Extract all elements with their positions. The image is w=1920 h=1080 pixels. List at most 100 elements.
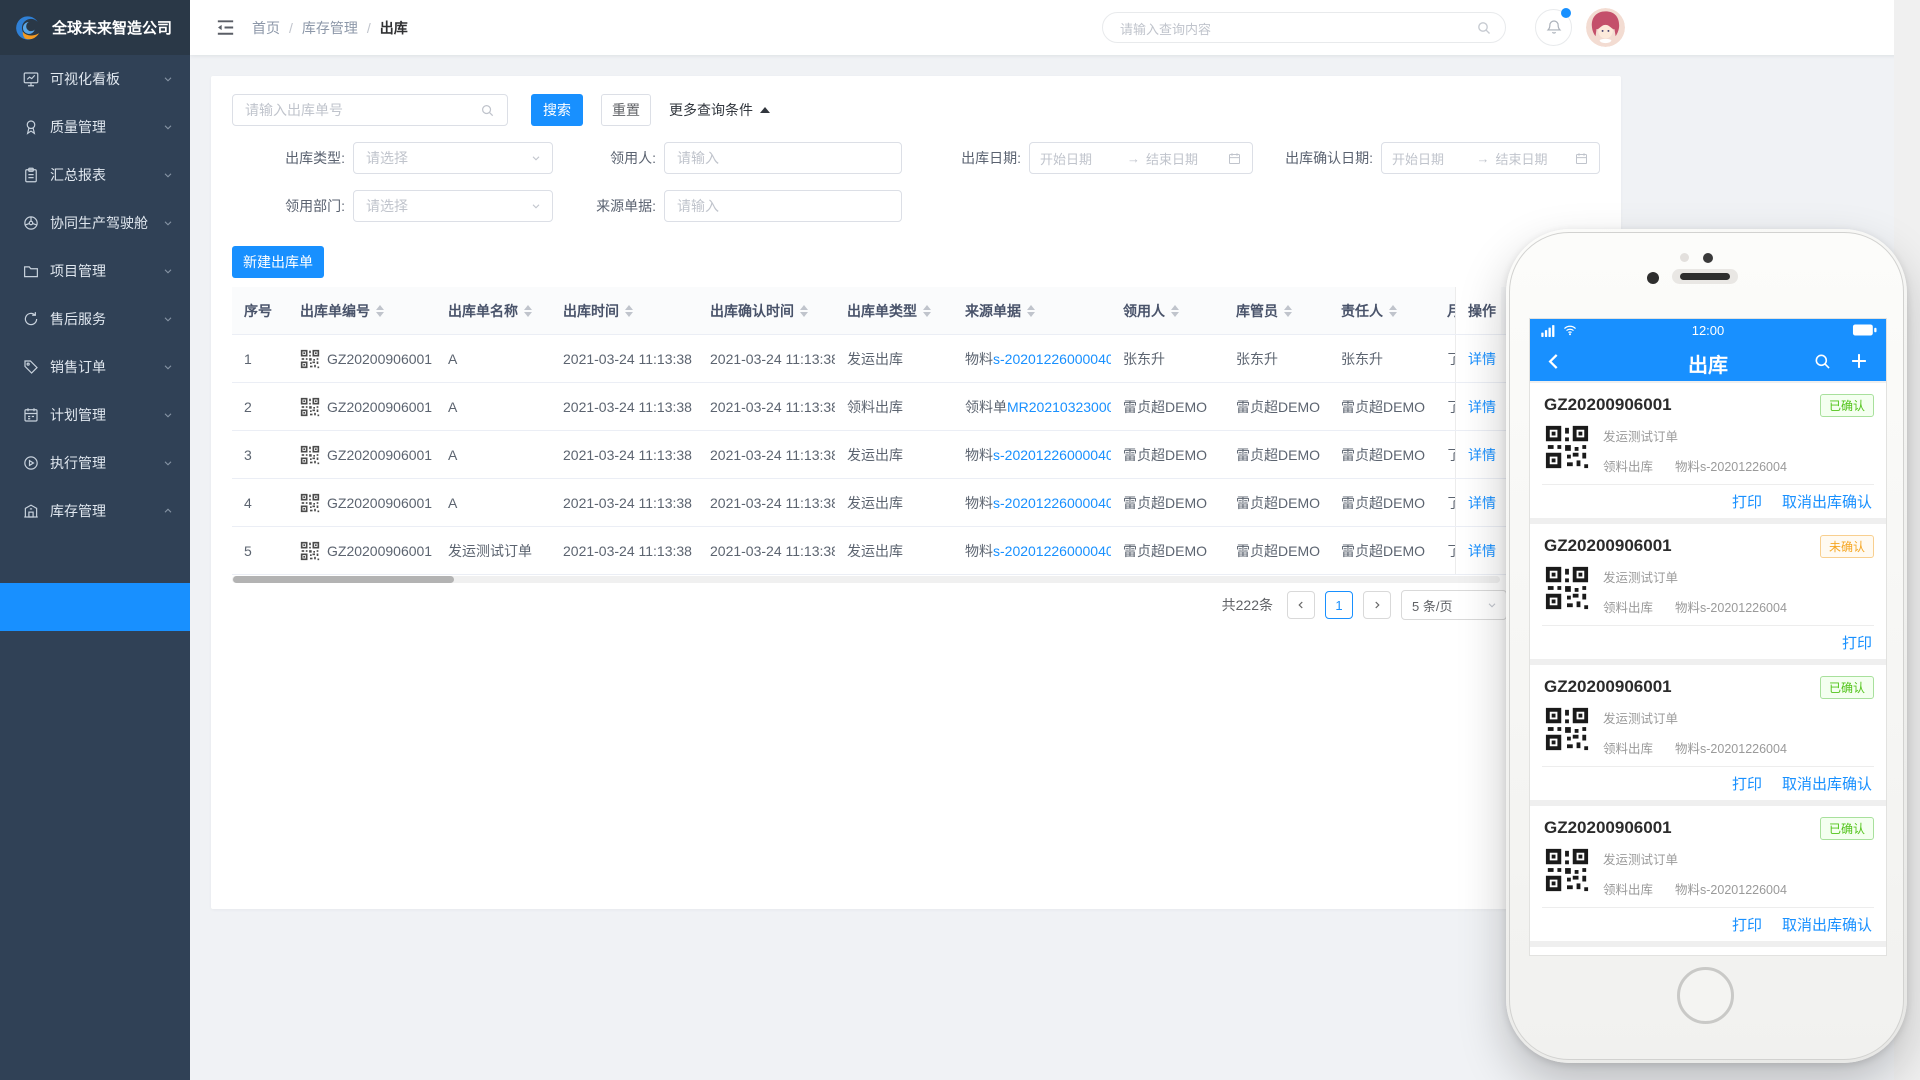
sidebar-menu-item[interactable]: 汇总报表 bbox=[0, 151, 190, 199]
type-filter-select[interactable]: 请选择 bbox=[353, 142, 553, 174]
sort-icon[interactable] bbox=[625, 301, 633, 321]
sort-icon[interactable] bbox=[1027, 301, 1035, 321]
sort-icon[interactable] bbox=[1284, 301, 1292, 321]
sidebar-menu-item[interactable]: 可视化看板 bbox=[0, 55, 190, 103]
card-action-link[interactable]: 取消出库确认 bbox=[1782, 914, 1872, 935]
recipient-filter-input[interactable]: 请输入 bbox=[664, 142, 902, 174]
sidebar-menu-item[interactable]: 计划管理 bbox=[0, 391, 190, 439]
source-doc-link[interactable]: s-20201226000040 bbox=[993, 447, 1111, 463]
sidebar-menu-item[interactable]: 库存管理 bbox=[0, 487, 190, 535]
sidebar-menu-item[interactable]: 销售订单 bbox=[0, 343, 190, 391]
cell-order-type: 领料出库 bbox=[835, 383, 953, 430]
more-filters-toggle[interactable]: 更多查询条件 bbox=[669, 94, 770, 126]
dept-filter-select[interactable]: 请选择 bbox=[353, 190, 553, 222]
horizontal-scrollbar-thumb[interactable] bbox=[233, 576, 454, 583]
sidebar-menu-item[interactable]: 售后服务 bbox=[0, 295, 190, 343]
dept-filter-label: 领用部门: bbox=[235, 190, 345, 222]
table-column-header[interactable]: 序号 bbox=[232, 287, 288, 334]
sort-icon[interactable] bbox=[524, 301, 532, 321]
qr-code-icon[interactable] bbox=[300, 349, 320, 369]
table-column-header[interactable]: 来源单据 bbox=[953, 287, 1111, 334]
breadcrumb-home[interactable]: 首页 bbox=[252, 18, 280, 38]
search-icon[interactable] bbox=[1813, 352, 1832, 371]
outbound-card[interactable]: GZ20200906001未确认发运测试订单领料出库物料s-2020122600… bbox=[1530, 524, 1886, 659]
sort-icon[interactable] bbox=[923, 301, 931, 321]
sort-icon[interactable] bbox=[376, 301, 384, 321]
source-doc-link[interactable]: MR202103230002 bbox=[1007, 399, 1111, 415]
page-size-select[interactable]: 5 条/页 bbox=[1401, 590, 1507, 620]
sidebar-submenu-item[interactable] bbox=[0, 727, 190, 775]
add-icon[interactable] bbox=[1848, 350, 1870, 372]
table-column-header[interactable]: 月 bbox=[1435, 287, 1455, 334]
reset-button[interactable]: 重置 bbox=[601, 94, 651, 126]
table-column-header[interactable]: 出库确认时间 bbox=[698, 287, 835, 334]
sidebar-submenu-item[interactable] bbox=[0, 535, 190, 583]
sidebar-submenu-item[interactable] bbox=[0, 823, 190, 871]
qr-code bbox=[1544, 424, 1590, 470]
outbound-date-range[interactable]: 开始日期 → 结束日期 bbox=[1029, 142, 1253, 174]
table-column-header[interactable]: 责任人 bbox=[1329, 287, 1435, 334]
card-action-link[interactable]: 打印 bbox=[1732, 914, 1762, 935]
qr-code-icon[interactable] bbox=[300, 493, 320, 513]
horizontal-scrollbar-track[interactable] bbox=[232, 576, 1500, 583]
sidebar-menu-item[interactable]: 协同生产驾驶舱 bbox=[0, 199, 190, 247]
sort-icon[interactable] bbox=[800, 301, 808, 321]
qr-code-icon[interactable] bbox=[300, 397, 320, 417]
sidebar-submenu-item[interactable] bbox=[0, 775, 190, 823]
outbound-card[interactable]: GZ20200906001未确认发运测试订单 bbox=[1530, 947, 1886, 956]
user-avatar[interactable] bbox=[1586, 8, 1625, 47]
detail-link[interactable]: 详情 bbox=[1468, 445, 1496, 465]
global-search-input[interactable]: 请输入查询内容 bbox=[1102, 12, 1506, 43]
card-action-link[interactable]: 打印 bbox=[1842, 632, 1872, 653]
table-column-header[interactable]: 操作 bbox=[1455, 287, 1501, 334]
table-column-header[interactable]: 出库时间 bbox=[551, 287, 698, 334]
source-doc-link[interactable]: s-20201226000040 bbox=[993, 543, 1111, 559]
phone-home-button[interactable] bbox=[1677, 967, 1734, 1024]
card-actions: 打印 bbox=[1530, 626, 1886, 659]
card-action-link[interactable]: 打印 bbox=[1732, 773, 1762, 794]
source-filter-input[interactable]: 请输入 bbox=[664, 190, 902, 222]
sort-icon[interactable] bbox=[1171, 301, 1179, 321]
table-column-header[interactable]: 出库单编号 bbox=[288, 287, 436, 334]
sidebar-submenu-item[interactable] bbox=[0, 631, 190, 679]
confirm-date-range[interactable]: 开始日期 → 结束日期 bbox=[1381, 142, 1600, 174]
confirm-date-label: 出库确认日期: bbox=[1251, 142, 1373, 174]
detail-link[interactable]: 详情 bbox=[1468, 541, 1496, 561]
detail-link[interactable]: 详情 bbox=[1468, 493, 1496, 513]
sidebar-submenu-item[interactable] bbox=[0, 871, 190, 919]
search-button[interactable]: 搜索 bbox=[531, 94, 583, 126]
notifications-button[interactable] bbox=[1535, 9, 1572, 46]
breadcrumb-inventory[interactable]: 库存管理 bbox=[302, 18, 358, 38]
outbound-card[interactable]: GZ20200906001已确认发运测试订单领料出库物料s-2020122600… bbox=[1530, 383, 1886, 518]
next-page-button[interactable] bbox=[1363, 591, 1391, 619]
table-column-header[interactable]: 出库单名称 bbox=[436, 287, 551, 334]
outbound-card[interactable]: GZ20200906001已确认发运测试订单领料出库物料s-2020122600… bbox=[1530, 806, 1886, 941]
card-action-link[interactable]: 打印 bbox=[1732, 491, 1762, 512]
source-doc-link[interactable]: s-20201226000040 bbox=[993, 495, 1111, 511]
table-column-header[interactable]: 出库单类型 bbox=[835, 287, 953, 334]
prev-page-button[interactable] bbox=[1287, 591, 1315, 619]
search-icon[interactable] bbox=[1476, 20, 1492, 36]
create-outbound-button[interactable]: 新建出库单 bbox=[232, 246, 324, 278]
detail-link[interactable]: 详情 bbox=[1468, 397, 1496, 417]
sidebar-menu-item[interactable]: 执行管理 bbox=[0, 439, 190, 487]
source-doc-link[interactable]: s-20201226000040 bbox=[993, 351, 1111, 367]
qr-code-icon[interactable] bbox=[300, 445, 320, 465]
card-action-link[interactable]: 取消出库确认 bbox=[1782, 491, 1872, 512]
sidebar-collapse-icon[interactable] bbox=[214, 16, 237, 39]
sidebar-menu-item[interactable]: 质量管理 bbox=[0, 103, 190, 151]
sidebar-submenu-item[interactable] bbox=[0, 679, 190, 727]
qr-code-icon[interactable] bbox=[300, 541, 320, 561]
table-column-header[interactable]: 库管员 bbox=[1224, 287, 1329, 334]
outbound-card[interactable]: GZ20200906001已确认发运测试订单领料出库物料s-2020122600… bbox=[1530, 665, 1886, 800]
sidebar-menu-item[interactable]: 项目管理 bbox=[0, 247, 190, 295]
current-page-button[interactable]: 1 bbox=[1325, 591, 1353, 619]
card-action-link[interactable]: 取消出库确认 bbox=[1782, 773, 1872, 794]
order-number-input[interactable]: 请输入出库单号 bbox=[232, 94, 508, 126]
sidebar-submenu-item[interactable] bbox=[0, 583, 190, 631]
table-row: 4GZ20200906001A2021-03-24 11:13:382021-0… bbox=[232, 479, 1507, 527]
detail-link[interactable]: 详情 bbox=[1468, 349, 1496, 369]
sort-icon[interactable] bbox=[1389, 301, 1397, 321]
table-column-header[interactable]: 领用人 bbox=[1111, 287, 1224, 334]
cell-recipient: 雷贞超DEMO bbox=[1111, 431, 1224, 478]
